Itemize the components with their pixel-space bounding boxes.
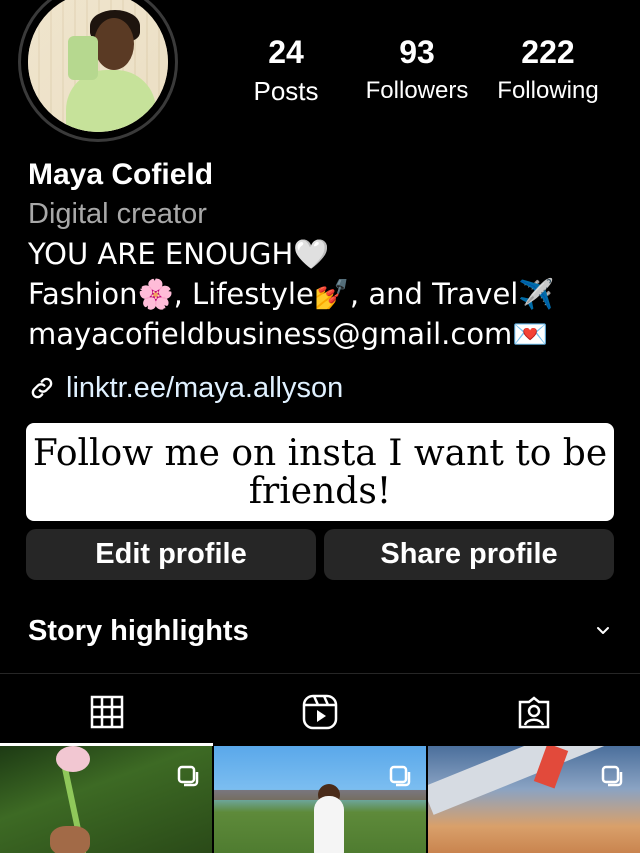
carousel-icon xyxy=(601,765,623,787)
chevron-down-icon[interactable] xyxy=(594,624,612,638)
share-profile-button[interactable]: Share profile xyxy=(324,529,614,580)
flower-bloom xyxy=(56,746,90,772)
avatar-face xyxy=(94,18,134,70)
posts-count: 24 xyxy=(268,34,304,70)
tab-grid[interactable] xyxy=(0,686,213,738)
bio-line-2: Fashion🌸, Lifestyle💅, and Travel✈️ xyxy=(28,277,555,311)
tagged-icon xyxy=(518,696,549,729)
following-count: 222 xyxy=(521,34,575,70)
avatar-cup xyxy=(68,36,98,80)
avatar[interactable] xyxy=(28,0,168,132)
stat-following[interactable]: 222 Following xyxy=(488,34,608,106)
carousel-icon xyxy=(177,765,199,787)
grid-icon xyxy=(90,695,123,729)
person xyxy=(314,796,344,853)
followers-count: 93 xyxy=(399,34,435,70)
carousel-icon xyxy=(389,765,411,787)
profile-category: Digital creator xyxy=(28,198,207,230)
bio-line-3: mayacofieldbusiness@gmail.com💌 xyxy=(28,317,549,351)
profile-bio: Maya Cofield Digital creator YOU ARE ENO… xyxy=(28,156,620,354)
posts-label: Posts xyxy=(253,76,319,106)
hand xyxy=(50,826,90,853)
tab-reels[interactable] xyxy=(213,686,426,738)
followers-label: Followers xyxy=(365,77,469,104)
post-thumbnail[interactable] xyxy=(214,746,426,853)
bio-line-1: YOU ARE ENOUGH🤍 xyxy=(28,237,330,271)
profile-name: Maya Cofield xyxy=(28,158,214,191)
following-label: Following xyxy=(497,77,599,104)
post-thumbnail[interactable] xyxy=(428,746,640,853)
edit-profile-button[interactable]: Edit profile xyxy=(26,529,316,580)
link-text[interactable]: linktr.ee/maya.allyson xyxy=(66,370,343,406)
caption-sticker: Follow me on insta I want to be friends! xyxy=(26,423,614,521)
stat-followers[interactable]: 93 Followers xyxy=(356,34,478,106)
tab-tagged[interactable] xyxy=(427,686,640,738)
post-thumbnail[interactable] xyxy=(0,746,212,853)
profile-link[interactable]: linktr.ee/maya.allyson xyxy=(28,370,343,406)
reels-icon xyxy=(302,694,337,730)
link-icon xyxy=(31,377,53,399)
tab-divider xyxy=(0,673,640,674)
story-highlights-title[interactable]: Story highlights xyxy=(28,612,249,650)
stat-posts[interactable]: 24 Posts xyxy=(236,34,336,106)
avatar-ring[interactable] xyxy=(18,0,178,142)
